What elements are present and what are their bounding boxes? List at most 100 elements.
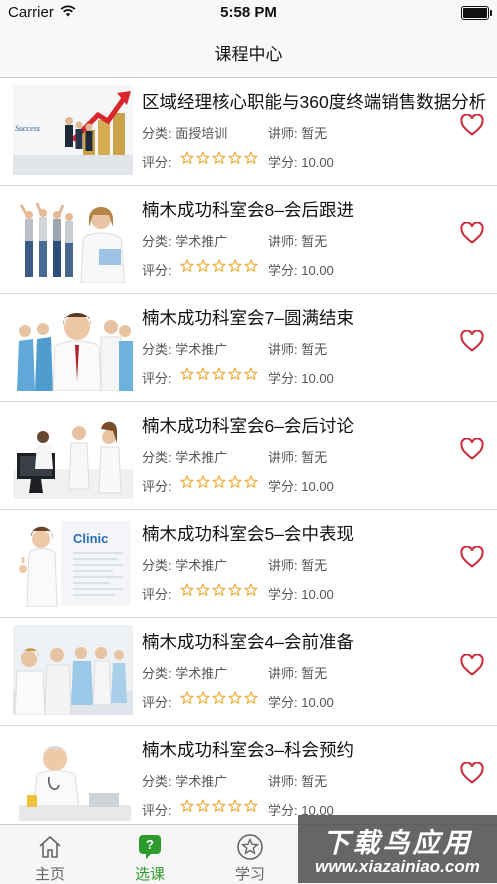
star-empty-icon <box>196 799 210 813</box>
course-title: 区域经理核心职能与360度终端销售数据分析 <box>142 92 487 112</box>
course-category-label: 分类: 学术推广 <box>142 450 228 465</box>
course-row[interactable]: 楠木成功科室会4–会前准备 分类: 学术推广 讲师: 暂无 评分: 学分: 10… <box>0 618 497 726</box>
star-empty-icon <box>196 691 210 705</box>
navigation-bar: 课程中心 <box>0 26 497 78</box>
rating-stars <box>180 799 258 813</box>
star-empty-icon <box>212 259 226 273</box>
course-teacher-label: 讲师: 暂无 <box>268 234 328 249</box>
course-rating-label: 评分: <box>142 803 172 818</box>
course-credit: 10.00 <box>301 155 334 170</box>
course-category: 学术推广 <box>175 342 228 357</box>
course-thumbnail: Success <box>13 85 133 175</box>
tab-learning-label: 学习 <box>234 866 265 883</box>
star-empty-icon <box>228 691 242 705</box>
course-teacher-label: 讲师: 暂无 <box>268 126 328 141</box>
watermark-logo: 下载鸟应用 www.xiazainiao.com <box>298 815 497 883</box>
star-empty-icon <box>244 151 258 165</box>
course-rating-label: 评分: <box>142 263 172 278</box>
course-rating-label: 评分: <box>142 371 172 386</box>
tab-learning[interactable]: 学习 <box>200 825 300 884</box>
star-empty-icon <box>212 691 226 705</box>
course-row[interactable]: 楠木成功科室会3–科会预约 分类: 学术推广 讲师: 暂无 评分: 学分: 10… <box>0 726 497 823</box>
svg-text:?: ? <box>146 837 154 852</box>
star-empty-icon <box>212 367 226 381</box>
course-category: 学术推广 <box>175 774 228 789</box>
favorite-heart-icon[interactable] <box>460 114 484 136</box>
course-credit-label: 学分: 10.00 <box>268 695 334 710</box>
favorite-heart-icon[interactable] <box>460 546 484 568</box>
star-empty-icon <box>228 475 242 489</box>
favorite-heart-icon[interactable] <box>460 654 484 676</box>
rating-stars <box>180 475 258 489</box>
favorite-heart-icon[interactable] <box>460 438 484 460</box>
tab-courses[interactable]: ? 选课 <box>100 825 200 884</box>
star-empty-icon <box>196 367 210 381</box>
course-thumbnail <box>13 301 133 391</box>
course-title: 楠木成功科室会6–会后讨论 <box>142 416 354 436</box>
course-thumbnail <box>13 409 133 499</box>
course-teacher: 暂无 <box>301 234 328 249</box>
course-category: 学术推广 <box>175 666 228 681</box>
star-empty-icon <box>244 259 258 273</box>
star-empty-icon <box>228 583 242 597</box>
star-empty-icon <box>180 583 194 597</box>
course-rating-label: 评分: <box>142 479 172 494</box>
course-category: 学术推广 <box>175 558 228 573</box>
course-teacher: 暂无 <box>301 450 328 465</box>
rating-stars <box>180 259 258 273</box>
favorite-heart-icon[interactable] <box>460 762 484 784</box>
course-credit-label: 学分: 10.00 <box>268 263 334 278</box>
thumb-clinic-text: Clinic <box>73 531 108 546</box>
star-empty-icon <box>228 367 242 381</box>
rating-stars <box>180 367 258 381</box>
course-row[interactable]: 楠木成功科室会7–圆满结束 分类: 学术推广 讲师: 暂无 评分: 学分: 10… <box>0 294 497 402</box>
status-bar: Carrier 5:58 PM <box>0 0 497 26</box>
star-empty-icon <box>196 583 210 597</box>
course-teacher: 暂无 <box>301 558 328 573</box>
course-teacher-label: 讲师: 暂无 <box>268 450 328 465</box>
course-category-label: 分类: 学术推广 <box>142 342 228 357</box>
tab-courses-label: 选课 <box>134 866 165 883</box>
battery-icon <box>461 6 492 20</box>
home-icon <box>39 836 61 858</box>
course-credit-label: 学分: 10.00 <box>268 479 334 494</box>
course-row[interactable]: 楠木成功科室会6–会后讨论 分类: 学术推广 讲师: 暂无 评分: 学分: 10… <box>0 402 497 510</box>
course-rating-label: 评分: <box>142 587 172 602</box>
course-teacher: 暂无 <box>301 342 328 357</box>
tab-home[interactable]: 主页 <box>0 825 100 884</box>
star-empty-icon <box>196 475 210 489</box>
course-teacher: 暂无 <box>301 774 328 789</box>
course-rating-label: 评分: <box>142 155 172 170</box>
course-title: 楠木成功科室会8–会后跟进 <box>142 200 354 220</box>
course-row[interactable]: 楠木成功科室会8–会后跟进 分类: 学术推广 讲师: 暂无 评分: 学分: 10… <box>0 186 497 294</box>
course-thumbnail <box>13 625 133 715</box>
favorite-heart-icon[interactable] <box>460 330 484 352</box>
course-category: 面授培训 <box>175 126 228 141</box>
course-row[interactable]: Success 区域经理核心职能与360度终端销售数据分析 分类: 面授培训 讲… <box>0 78 497 186</box>
star-empty-icon <box>196 151 210 165</box>
course-teacher-label: 讲师: 暂无 <box>268 666 328 681</box>
rating-stars <box>180 583 258 597</box>
course-credit: 10.00 <box>301 371 334 386</box>
star-empty-icon <box>212 799 226 813</box>
course-credit-label: 学分: 10.00 <box>268 371 334 386</box>
course-row[interactable]: Clinic 楠木成功科室会5–会中表现 分类: 学术推广 讲师: 暂无 评分:… <box>0 510 497 618</box>
course-title: 楠木成功科室会3–科会预约 <box>142 740 354 760</box>
course-teacher-label: 讲师: 暂无 <box>268 342 328 357</box>
star-empty-icon <box>212 475 226 489</box>
course-credit: 10.00 <box>301 587 334 602</box>
watermark-text: 下载鸟应用 <box>322 828 473 858</box>
thumb-success-text: Success <box>15 124 40 133</box>
star-empty-icon <box>196 259 210 273</box>
course-teacher: 暂无 <box>301 666 328 681</box>
course-category: 学术推广 <box>175 450 228 465</box>
course-list[interactable]: Success 区域经理核心职能与360度终端销售数据分析 分类: 面授培训 讲… <box>0 78 497 823</box>
favorite-heart-icon[interactable] <box>460 222 484 244</box>
star-empty-icon <box>228 151 242 165</box>
star-empty-icon <box>180 367 194 381</box>
rating-stars <box>180 691 258 705</box>
tab-home-label: 主页 <box>34 866 65 883</box>
course-credit: 10.00 <box>301 263 334 278</box>
rating-stars <box>180 151 258 165</box>
star-empty-icon <box>228 799 242 813</box>
